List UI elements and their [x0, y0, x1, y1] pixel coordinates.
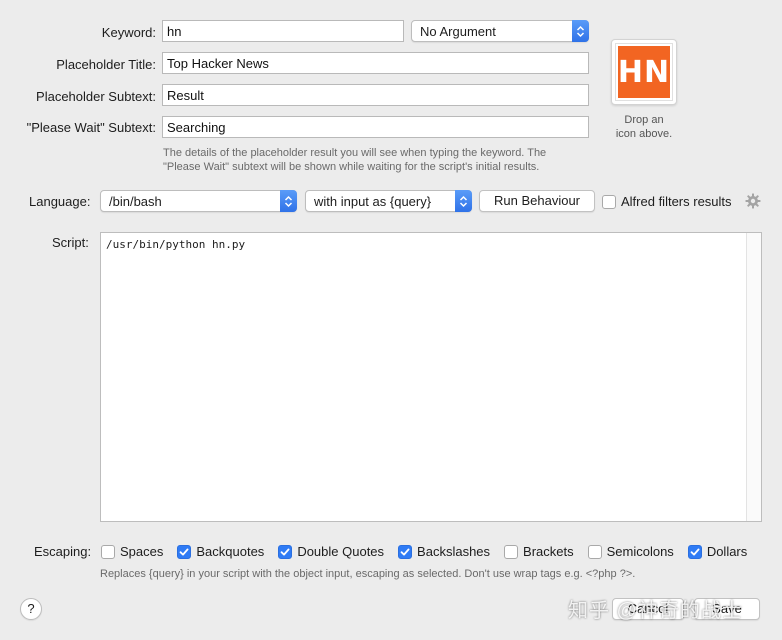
keyword-input[interactable]: hn	[162, 20, 404, 42]
hn-logo-icon: HN	[615, 43, 673, 101]
escaping-option-backquotes[interactable]: Backquotes	[177, 544, 264, 559]
escaping-label: Escaping:	[34, 544, 92, 559]
please-wait-subtext-input[interactable]: Searching	[162, 116, 589, 138]
watermark-text: 知乎 @神奇的战士	[568, 600, 743, 622]
gear-icon[interactable]	[745, 193, 761, 212]
script-editor[interactable]: /usr/bin/python hn.py	[100, 232, 762, 522]
escaping-option-semicolons[interactable]: Semicolons	[587, 544, 674, 559]
escaping-options: Spaces Backquotes Double Quotes Backslas…	[101, 544, 747, 559]
script-label: Script:	[52, 235, 89, 250]
popup-stepper-icon	[572, 20, 589, 42]
keyword-label: Keyword:	[101, 25, 156, 40]
escaping-option-dollars[interactable]: Dollars	[687, 544, 748, 559]
placeholder-hint: The details of the placeholder result yo…	[163, 146, 593, 174]
alfred-filters-label: Alfred filters results	[621, 194, 732, 209]
language-popup[interactable]: /bin/bash	[100, 190, 297, 212]
escaping-option-backslashes[interactable]: Backslashes	[398, 544, 490, 559]
escaping-option-label: Double Quotes	[297, 544, 385, 559]
help-button[interactable]: ?	[20, 598, 42, 620]
icon-well[interactable]: HN	[611, 39, 677, 105]
escaping-hint: Replaces {query} in your script with the…	[100, 568, 636, 580]
script-content: /usr/bin/python hn.py	[106, 238, 246, 251]
popup-stepper-icon	[280, 190, 297, 212]
checkmark-icon[interactable]	[687, 544, 702, 559]
language-label: Language:	[29, 194, 91, 209]
alfred-filters-results-checkbox[interactable]: Alfred filters results	[602, 194, 732, 209]
icon-caption-line1: Drop an	[624, 114, 664, 126]
argument-popup[interactable]: No Argument	[411, 20, 589, 42]
escaping-option-brackets[interactable]: Brackets	[504, 544, 574, 559]
input-mode-popup-value: with input as {query}	[314, 194, 432, 209]
checkmark-icon[interactable]	[278, 544, 293, 559]
escaping-option-label: Brackets	[523, 544, 574, 559]
input-mode-popup[interactable]: with input as {query}	[305, 190, 472, 212]
placeholder-subtext-label: Placeholder Subtext:	[36, 89, 156, 104]
argument-popup-value: No Argument	[420, 24, 496, 39]
language-popup-value: /bin/bash	[109, 194, 162, 209]
escaping-option-label: Semicolons	[606, 544, 674, 559]
placeholder-subtext-input[interactable]: Result	[162, 84, 589, 106]
placeholder-hint-line2: "Please Wait" subtext will be shown whil…	[163, 161, 540, 173]
escaping-option-spaces[interactable]: Spaces	[101, 544, 163, 559]
escaping-option-label: Backslashes	[417, 544, 491, 559]
escaping-option-double-quotes[interactable]: Double Quotes	[278, 544, 384, 559]
please-wait-subtext-label: "Please Wait" Subtext:	[26, 120, 156, 135]
placeholder-hint-line1: The details of the placeholder result yo…	[163, 147, 547, 159]
escaping-option-label: Spaces	[120, 544, 164, 559]
checkmark-icon[interactable]	[398, 544, 413, 559]
placeholder-title-label: Placeholder Title:	[56, 57, 156, 72]
checkmark-icon[interactable]	[177, 544, 192, 559]
run-behaviour-button[interactable]: Run Behaviour	[479, 190, 595, 212]
escaping-checkbox[interactable]	[504, 544, 519, 559]
icon-well-caption: Drop an icon above.	[604, 113, 684, 141]
script-scrollbar[interactable]	[746, 233, 761, 521]
escaping-checkbox[interactable]	[587, 544, 602, 559]
placeholder-title-input[interactable]: Top Hacker News	[162, 52, 589, 74]
escaping-option-label: Backquotes	[196, 544, 265, 559]
alfred-filters-checkbox-box[interactable]	[602, 194, 616, 209]
popup-stepper-icon	[455, 190, 472, 212]
escaping-option-label: Dollars	[706, 544, 748, 559]
escaping-checkbox[interactable]	[101, 544, 115, 559]
icon-caption-line2: icon above.	[615, 128, 673, 140]
